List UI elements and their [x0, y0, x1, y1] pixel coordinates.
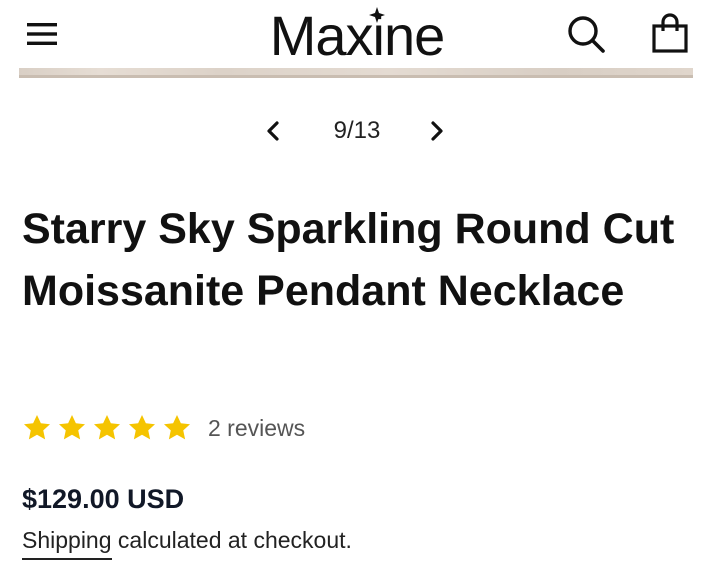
chevron-right-icon	[431, 121, 443, 141]
hamburger-icon	[27, 23, 57, 45]
reviews-link[interactable]: 2 reviews	[208, 415, 305, 442]
gallery-pager: 9/13	[252, 110, 462, 152]
star-icon	[129, 415, 155, 440]
product-title: Starry Sky Sparkling Round Cut Moissanit…	[22, 205, 675, 315]
star-icon	[59, 415, 85, 440]
star-icon	[94, 415, 120, 440]
previous-image-button[interactable]	[252, 110, 294, 152]
shipping-link[interactable]: Shipping	[22, 527, 112, 560]
chevron-left-icon	[267, 121, 279, 141]
image-counter: 9/13	[333, 117, 381, 144]
star-icon	[164, 415, 190, 440]
star-icon	[24, 415, 50, 440]
search-button[interactable]	[562, 10, 610, 58]
product-price: $129.00 USD	[22, 484, 185, 514]
next-image-button[interactable]	[416, 110, 458, 152]
site-header: Maxine	[0, 0, 712, 70]
brand-name: Maxine	[270, 4, 445, 64]
shipping-text: calculated at checkout.	[111, 527, 352, 553]
menu-button[interactable]	[20, 12, 64, 56]
search-icon	[568, 16, 605, 53]
cart-button[interactable]	[645, 8, 695, 58]
brand-logo[interactable]: Maxine	[246, 2, 468, 67]
shipping-note: Shipping calculated at checkout.	[22, 524, 352, 560]
product-image[interactable]	[19, 68, 693, 78]
product-rating: 2 reviews	[22, 408, 305, 448]
star-rating[interactable]	[22, 413, 192, 443]
shopping-bag-icon	[652, 13, 688, 53]
